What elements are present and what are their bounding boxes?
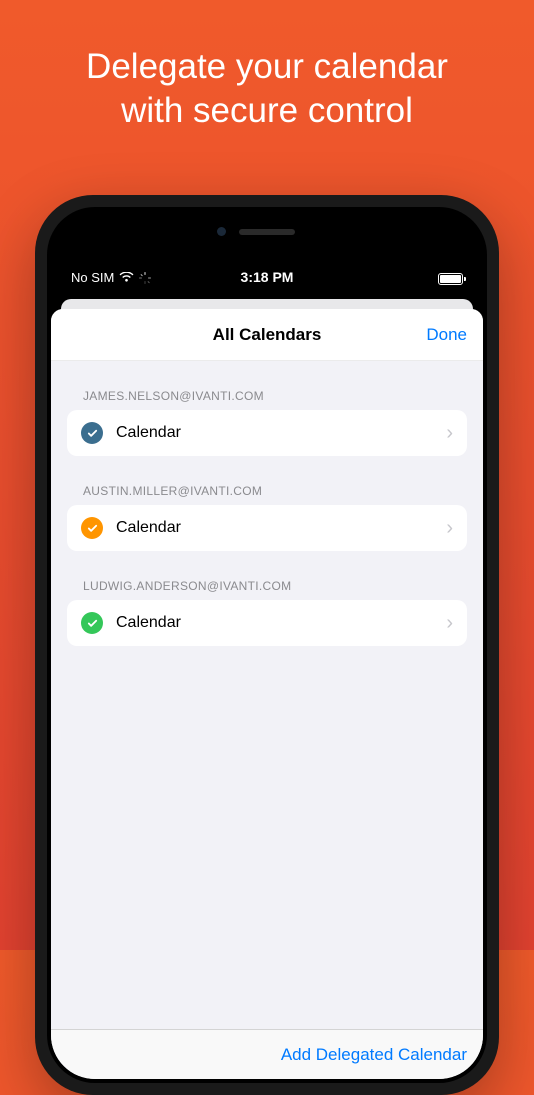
- wifi-icon: [119, 272, 134, 283]
- status-time: 3:18 PM: [241, 269, 294, 285]
- add-delegated-calendar-button[interactable]: Add Delegated Calendar: [281, 1045, 467, 1065]
- calendars-modal: All Calendars Done JAMES.NELSON@IVANTI.C…: [51, 309, 483, 1079]
- calendar-label: Calendar: [116, 614, 446, 632]
- section-header: LUDWIG.ANDERSON@IVANTI.COM: [51, 579, 483, 600]
- modal-content: JAMES.NELSON@IVANTI.COM Calendar ›: [51, 361, 483, 1079]
- app-area: All Calendars Done JAMES.NELSON@IVANTI.C…: [51, 293, 483, 1079]
- phone-inner: No SIM 3:1: [47, 207, 487, 1083]
- calendar-row[interactable]: Calendar ›: [67, 505, 467, 551]
- calendar-section: JAMES.NELSON@IVANTI.COM Calendar ›: [51, 389, 483, 456]
- phone-camera: [217, 227, 226, 236]
- phone-screen: No SIM 3:1: [51, 211, 483, 1079]
- checkmark-icon: [81, 517, 103, 539]
- headline-line-2: with secure control: [121, 91, 413, 130]
- calendar-section: AUSTIN.MILLER@IVANTI.COM Calendar ›: [51, 484, 483, 551]
- calendar-row[interactable]: Calendar ›: [67, 600, 467, 646]
- status-right: [438, 273, 463, 285]
- done-button[interactable]: Done: [426, 325, 467, 345]
- chevron-right-icon: ›: [446, 517, 453, 540]
- battery-icon: [438, 273, 463, 285]
- phone-frame: No SIM 3:1: [35, 195, 499, 1095]
- calendar-section: LUDWIG.ANDERSON@IVANTI.COM Calendar ›: [51, 579, 483, 646]
- phone-speaker: [239, 229, 295, 235]
- section-header: JAMES.NELSON@IVANTI.COM: [51, 389, 483, 410]
- status-bar: No SIM 3:1: [51, 211, 483, 293]
- promo-headline: Delegate your calendar with secure contr…: [0, 0, 534, 133]
- loading-icon: [139, 272, 151, 284]
- status-left: No SIM: [71, 270, 151, 285]
- calendar-label: Calendar: [116, 424, 446, 442]
- checkmark-icon: [81, 612, 103, 634]
- modal-header: All Calendars Done: [51, 309, 483, 361]
- chevron-right-icon: ›: [446, 422, 453, 445]
- modal-title: All Calendars: [213, 325, 322, 345]
- chevron-right-icon: ›: [446, 612, 453, 635]
- footer-toolbar: Add Delegated Calendar: [51, 1029, 483, 1079]
- headline-line-1: Delegate your calendar: [86, 47, 448, 86]
- checkmark-icon: [81, 422, 103, 444]
- calendar-row[interactable]: Calendar ›: [67, 410, 467, 456]
- calendar-label: Calendar: [116, 519, 446, 537]
- section-header: AUSTIN.MILLER@IVANTI.COM: [51, 484, 483, 505]
- carrier-label: No SIM: [71, 270, 114, 285]
